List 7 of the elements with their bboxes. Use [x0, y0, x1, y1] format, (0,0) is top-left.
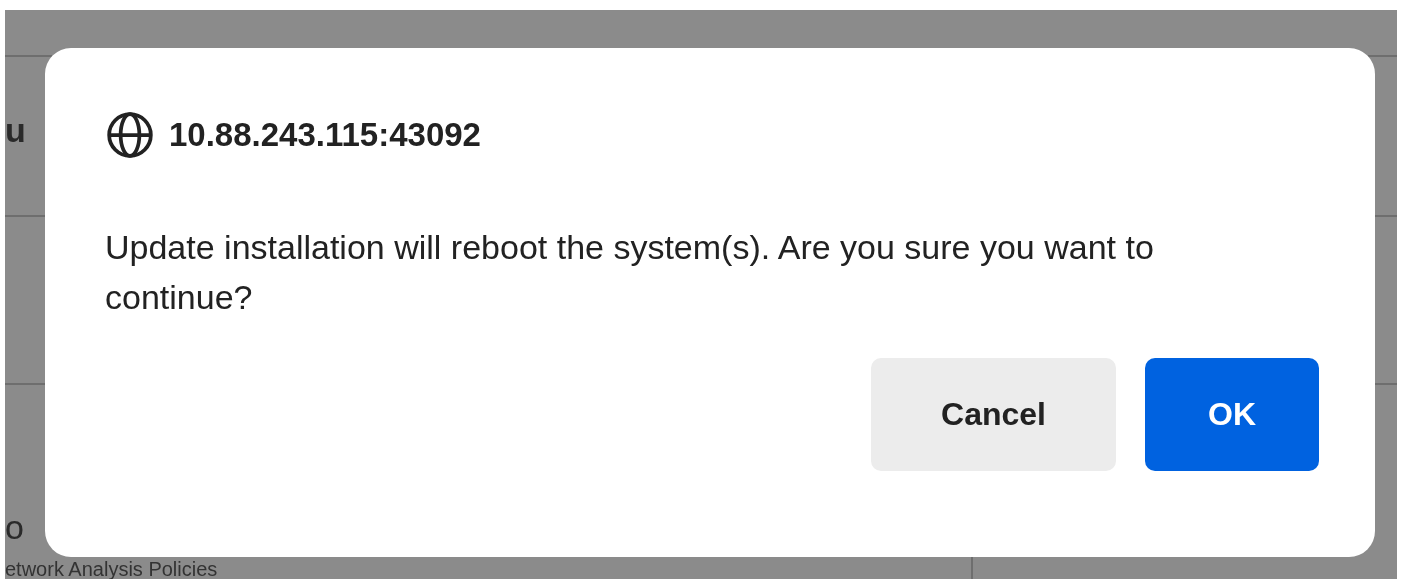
globe-icon: [105, 110, 155, 160]
dialog-title: 10.88.243.115:43092: [169, 116, 481, 154]
cancel-button[interactable]: Cancel: [871, 358, 1116, 471]
table-text: u: [5, 112, 26, 148]
dialog-message: Update installation will reboot the system(s). Are you sure you want to continue?: [105, 227, 1155, 318]
ok-button[interactable]: OK: [1145, 358, 1319, 471]
table-text: o: [5, 509, 24, 545]
